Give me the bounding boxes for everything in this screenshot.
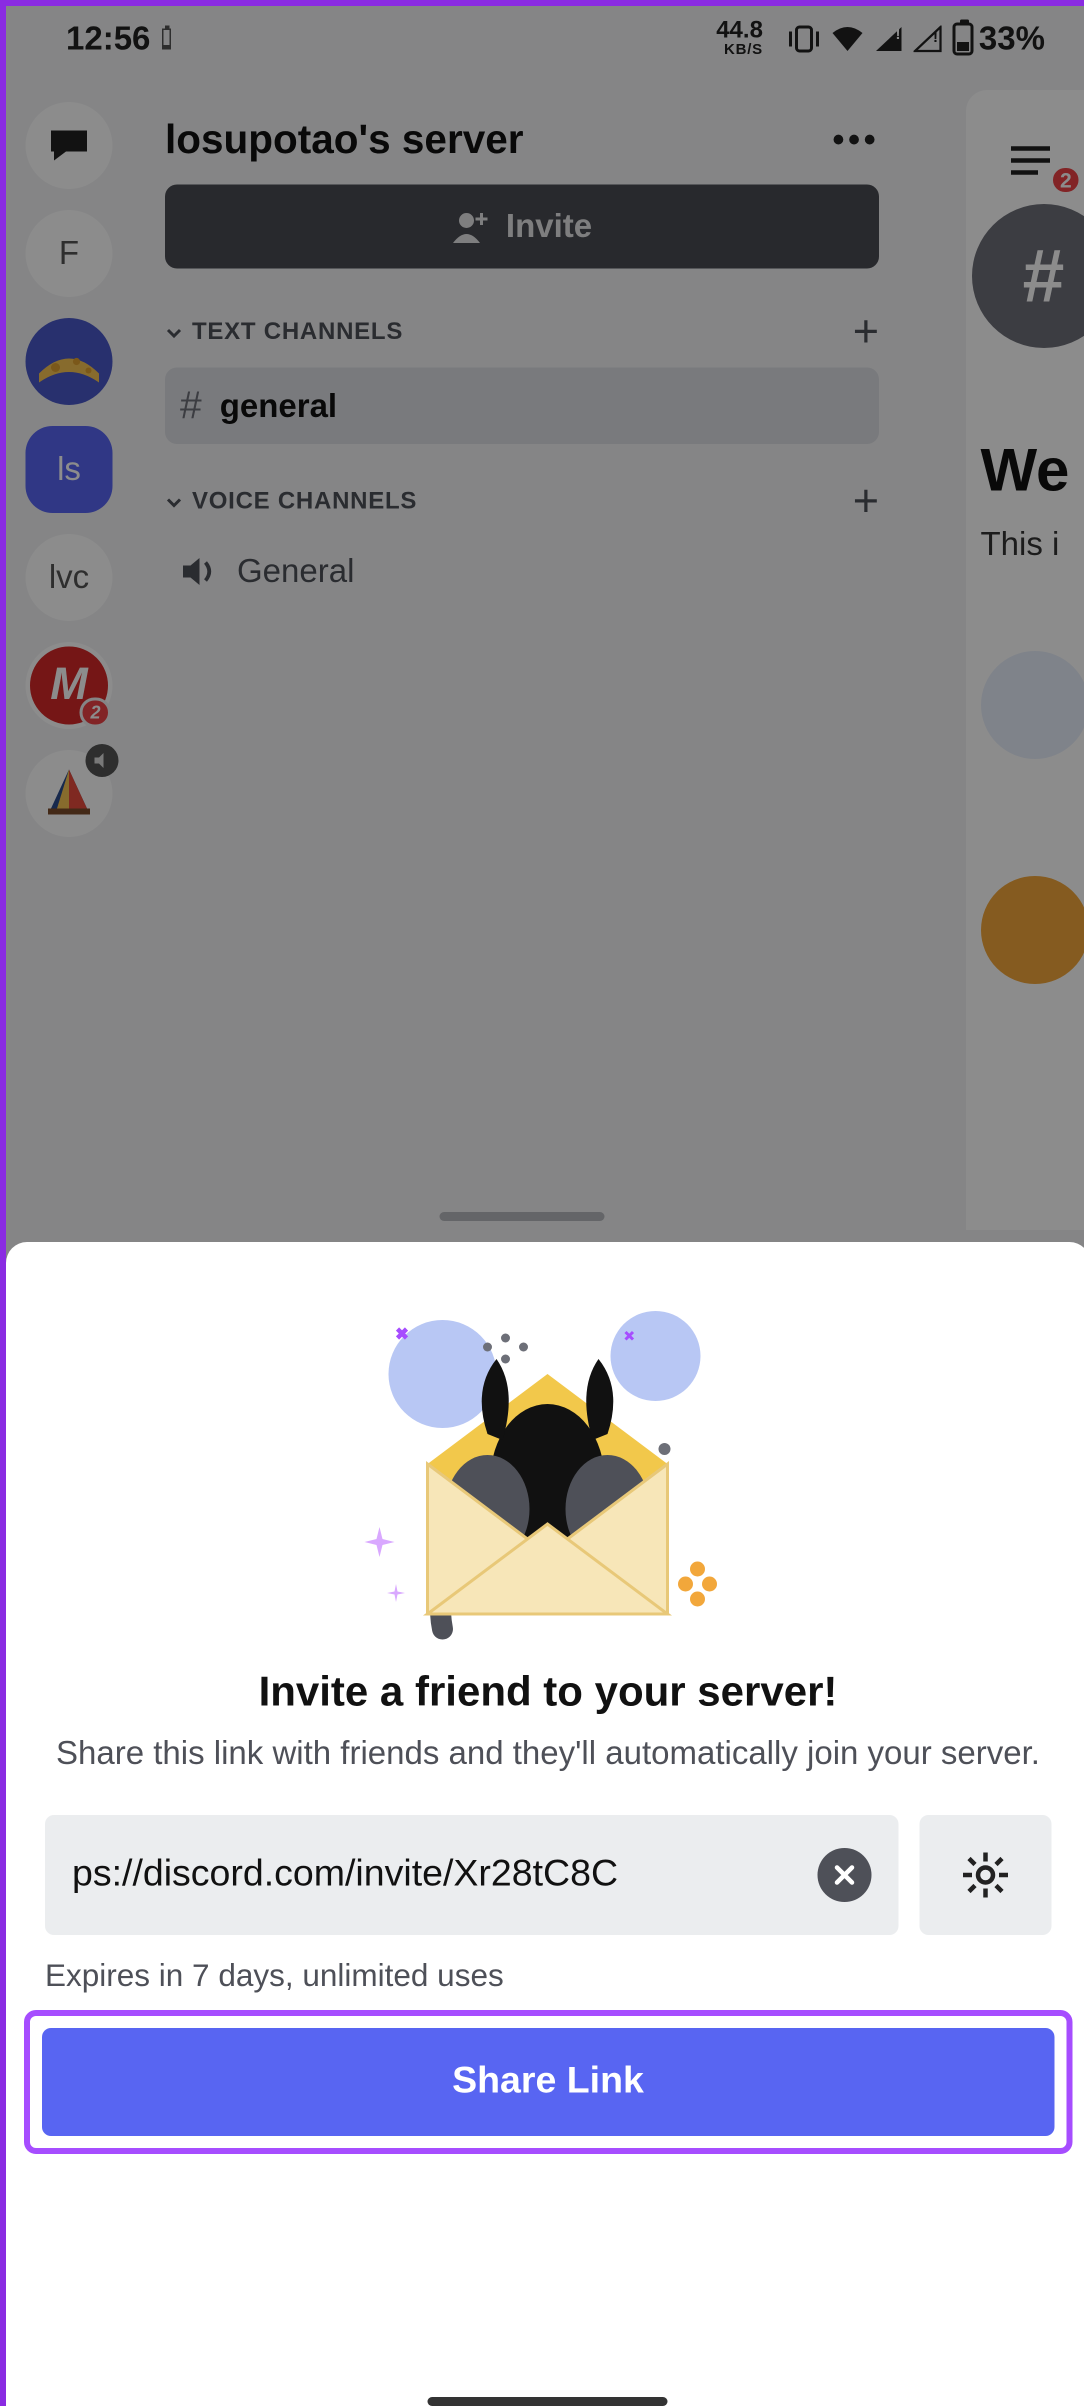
server-f[interactable]: F bbox=[26, 210, 113, 297]
voice-channel-general[interactable]: General bbox=[165, 537, 879, 606]
svg-text:!: ! bbox=[895, 26, 900, 43]
grabber[interactable] bbox=[440, 1212, 605, 1221]
chevron-down-icon bbox=[165, 324, 183, 342]
sheet-subtitle: Share this link with friends and they'll… bbox=[56, 1731, 1040, 1776]
menu-icon[interactable] bbox=[1007, 144, 1052, 177]
low-battery-icon bbox=[162, 29, 171, 50]
share-link-button[interactable]: Share Link bbox=[42, 2028, 1054, 2136]
muted-icon bbox=[86, 744, 119, 777]
server-title[interactable]: losupotao's server bbox=[165, 117, 524, 164]
invite-sheet: Invite a friend to your server! Share th… bbox=[6, 1242, 1084, 2406]
speaker-icon bbox=[180, 555, 219, 588]
expires-text: Expires in 7 days, unlimited uses bbox=[45, 1959, 504, 1995]
status-time: 12:56 bbox=[66, 20, 150, 59]
invite-link-field[interactable]: ps://discord.com/invite/Xr28tC8C bbox=[45, 1815, 898, 1935]
share-highlight: Share Link bbox=[24, 2010, 1072, 2154]
invite-button-label: Invite bbox=[506, 207, 592, 246]
gesture-bar[interactable] bbox=[428, 2397, 668, 2406]
channel-panel: losupotao's server ••• Invite TEXT CHANN… bbox=[141, 93, 903, 1233]
server-cheese[interactable] bbox=[26, 318, 113, 405]
link-settings-button[interactable] bbox=[919, 1815, 1051, 1935]
channel-hash-icon: # bbox=[971, 204, 1084, 348]
invite-link-text: ps://discord.com/invite/Xr28tC8C bbox=[72, 1853, 618, 1897]
invite-button[interactable]: Invite bbox=[165, 185, 879, 269]
chevron-down-icon bbox=[165, 494, 183, 512]
network-speed: 44.8 KB/S bbox=[716, 20, 763, 59]
sheet-title: Invite a friend to your server! bbox=[259, 1668, 838, 1716]
server-m[interactable]: M 2 bbox=[26, 642, 113, 729]
server-ls-selected[interactable]: ls bbox=[26, 426, 113, 513]
invite-illustration bbox=[338, 1284, 758, 1644]
voice-channel-label: General bbox=[237, 552, 354, 591]
svg-text:!: ! bbox=[932, 29, 937, 46]
more-icon[interactable]: ••• bbox=[832, 119, 879, 161]
signal-1-icon: ! bbox=[874, 26, 904, 53]
server-m-badge: 2 bbox=[80, 698, 111, 728]
voice-channels-header[interactable]: VOICE CHANNELS bbox=[165, 489, 417, 516]
clear-icon[interactable] bbox=[817, 1848, 871, 1902]
status-bar: 12:56 44.8 KB/S ! ! bbox=[6, 6, 1084, 72]
dm-button[interactable] bbox=[26, 102, 113, 189]
channel-general[interactable]: # general bbox=[165, 368, 879, 445]
chat-peek: 2 # We This i bbox=[965, 90, 1084, 1230]
battery-percent: 33% bbox=[979, 20, 1045, 59]
suggestion-icon-2 bbox=[980, 876, 1084, 984]
invite-person-icon bbox=[452, 210, 491, 243]
menu-badge: 2 bbox=[1049, 165, 1082, 195]
add-text-channel-icon[interactable]: + bbox=[853, 308, 879, 359]
channel-label: general bbox=[220, 386, 337, 425]
signal-2-icon: ! bbox=[913, 26, 943, 53]
vibrate-icon bbox=[787, 24, 820, 54]
gear-icon bbox=[959, 1849, 1010, 1900]
add-voice-channel-icon[interactable]: + bbox=[853, 477, 879, 528]
wifi-icon bbox=[829, 24, 865, 54]
server-lvc[interactable]: lvc bbox=[26, 534, 113, 621]
description-text-partial: This i bbox=[980, 525, 1059, 564]
server-sail[interactable] bbox=[26, 750, 113, 837]
suggestion-icon-1 bbox=[980, 651, 1084, 759]
hash-icon: # bbox=[180, 383, 202, 430]
text-channels-header[interactable]: TEXT CHANNELS bbox=[165, 320, 403, 347]
share-link-label: Share Link bbox=[452, 2060, 644, 2104]
welcome-text-partial: We bbox=[980, 438, 1069, 506]
battery-icon bbox=[952, 23, 973, 56]
